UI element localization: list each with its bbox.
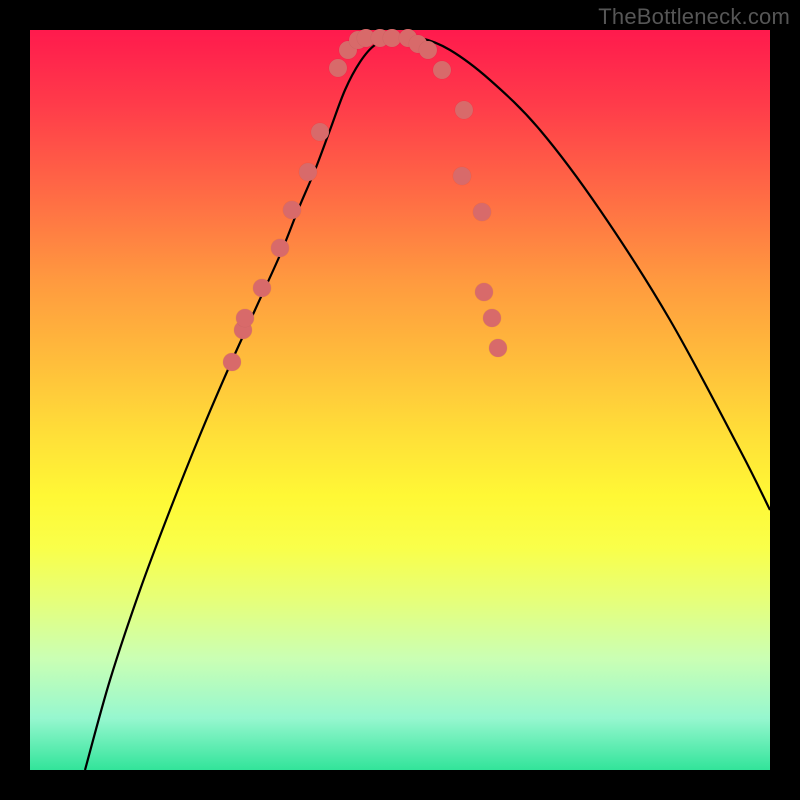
curve-marker	[253, 279, 271, 297]
curve-marker	[489, 339, 507, 357]
curve-marker	[453, 167, 471, 185]
curve-marker	[473, 203, 491, 221]
curve-marker	[455, 101, 473, 119]
curve-marker	[311, 123, 329, 141]
curve-marker	[419, 41, 437, 59]
curve-marker	[283, 201, 301, 219]
curve-marker	[236, 309, 254, 327]
chart-plot-area	[30, 30, 770, 770]
curve-marker	[433, 61, 451, 79]
curve-marker	[223, 353, 241, 371]
curve-marker	[483, 309, 501, 327]
bottleneck-curve	[30, 30, 770, 770]
curve-marker	[329, 59, 347, 77]
curve-marker	[475, 283, 493, 301]
chart-frame: TheBottleneck.com	[0, 0, 800, 800]
curve-marker	[271, 239, 289, 257]
watermark-text: TheBottleneck.com	[598, 4, 790, 30]
curve-marker	[299, 163, 317, 181]
